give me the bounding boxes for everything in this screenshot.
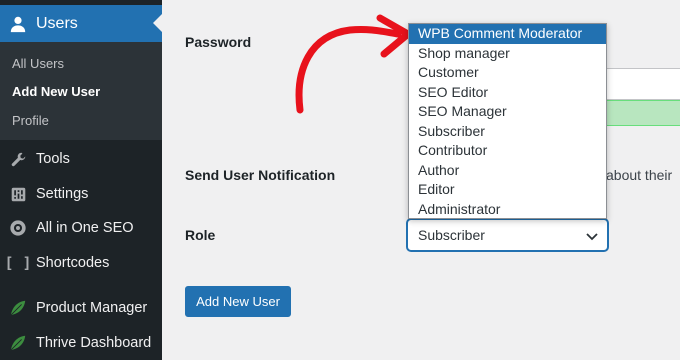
current-menu-pointer <box>153 14 162 32</box>
role-option[interactable]: Editor <box>409 180 606 200</box>
role-option[interactable]: WPB Comment Moderator <box>409 24 606 44</box>
sidebar-item-label: Users <box>36 14 78 32</box>
role-option[interactable]: SEO Manager <box>409 102 606 122</box>
send-notification-description: about their <box>606 167 673 183</box>
role-select[interactable]: Subscriber <box>407 219 608 251</box>
sliders-icon <box>0 186 36 203</box>
sidebar-item-label: Thrive Dashboard <box>36 335 152 351</box>
admin-sidebar: Users All Users Add New User Profile Too… <box>0 0 162 360</box>
add-new-user-button[interactable]: Add New User <box>185 286 291 317</box>
role-option[interactable]: SEO Editor <box>409 83 606 103</box>
chevron-down-icon <box>585 229 599 246</box>
password-input[interactable] <box>605 68 680 100</box>
users-submenu: All Users Add New User Profile <box>0 42 162 140</box>
sidebar-item-label: Tools <box>36 151 70 167</box>
user-icon <box>0 15 36 33</box>
role-option[interactable]: Administrator <box>409 200 606 219</box>
password-label: Password <box>185 34 252 50</box>
sidebar-item-label: Settings <box>36 186 89 202</box>
leaf-icon <box>0 299 36 317</box>
sidebar-item-thrive-dashboard[interactable]: Thrive Dashboard <box>0 326 162 360</box>
sidebar-item-label: Shortcodes <box>36 255 110 271</box>
role-option[interactable]: Subscriber <box>409 122 606 142</box>
role-label: Role <box>185 227 216 243</box>
sidebar-item-all-in-one-seo[interactable]: All in One SEO <box>0 211 162 245</box>
annotation-arrow-icon <box>295 14 412 114</box>
brackets-icon: [ ] <box>4 254 32 272</box>
sidebar-item-shortcodes[interactable]: [ ] Shortcodes <box>0 246 162 280</box>
role-option[interactable]: Customer <box>409 63 606 83</box>
sidebar-item-product-manager[interactable]: Product Manager <box>0 291 162 325</box>
role-option[interactable]: Contributor <box>409 141 606 161</box>
sidebar-item-settings[interactable]: Settings <box>0 177 162 211</box>
role-option[interactable]: Author <box>409 161 606 181</box>
role-dropdown-list: WPB Comment Moderator Shop manager Custo… <box>408 23 607 219</box>
seo-gear-icon <box>0 219 36 237</box>
submenu-add-new-user[interactable]: Add New User <box>12 84 100 99</box>
sidebar-item-label: All in One SEO <box>36 220 134 236</box>
send-notification-label: Send User Notification <box>185 167 336 183</box>
password-strength-meter <box>605 100 680 126</box>
role-select-value: Subscriber <box>418 227 485 243</box>
submenu-profile[interactable]: Profile <box>12 113 49 128</box>
wrench-icon <box>0 151 36 168</box>
submenu-all-users[interactable]: All Users <box>12 56 64 71</box>
sidebar-item-tools[interactable]: Tools <box>0 142 162 176</box>
leaf-icon <box>0 334 36 352</box>
sidebar-item-users[interactable]: Users <box>0 5 162 42</box>
role-option[interactable]: Shop manager <box>409 44 606 64</box>
sidebar-item-label: Product Manager <box>36 300 148 316</box>
